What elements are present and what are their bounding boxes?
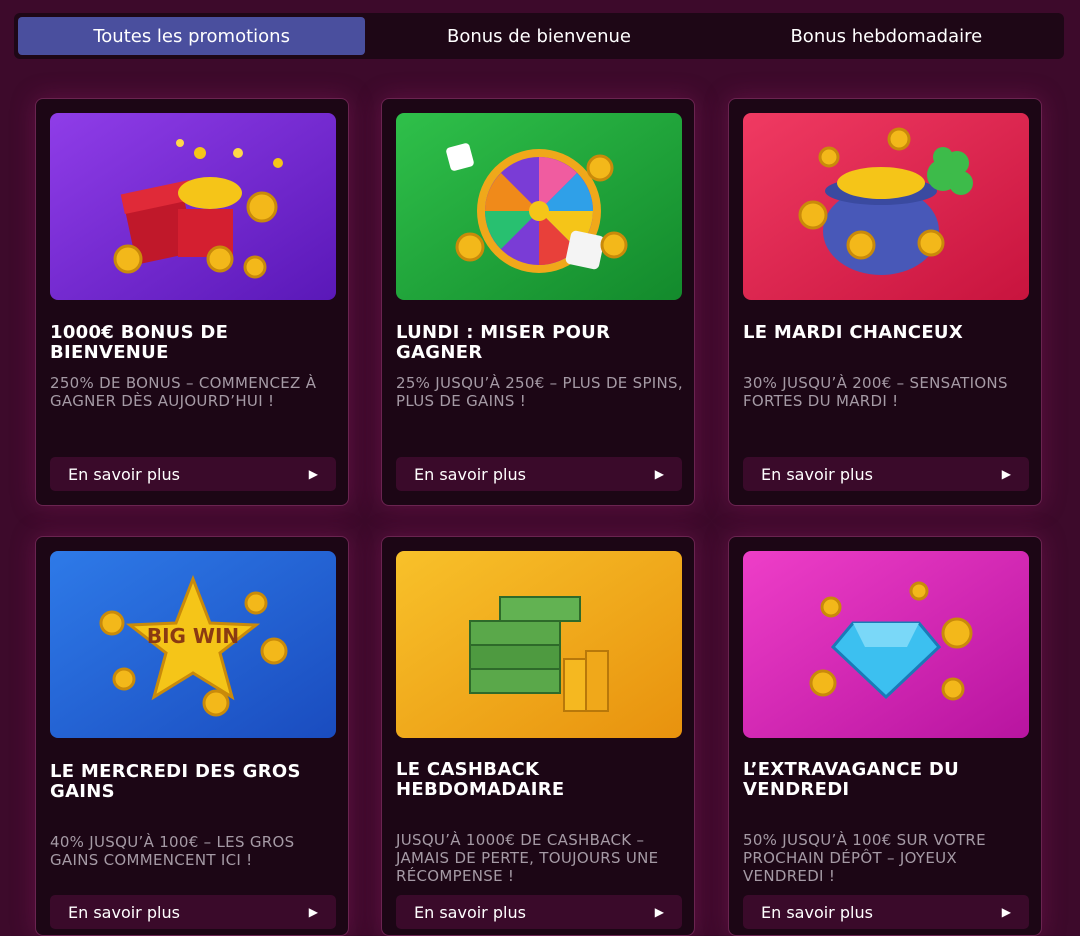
wheel-dice-image	[396, 113, 682, 300]
promo-description: 25% JUSQU’À 250€ – PLUS DE SPINS, PLUS D…	[396, 374, 683, 410]
promo-card-wednesday: BIG WIN LE MERCREDI DES GROS GAINS 40% J…	[35, 536, 349, 936]
play-arrow-icon: ▶	[654, 905, 664, 919]
learn-more-label: En savoir plus	[414, 902, 526, 922]
learn-more-button[interactable]: En savoir plus ▶	[50, 895, 336, 929]
gift-box-coins-image	[50, 113, 336, 300]
big-win-text: BIG WIN	[147, 624, 239, 648]
money-stacks-image	[396, 551, 682, 738]
diamond-coins-image	[743, 551, 1029, 738]
promo-title: L’EXTRAVAGANCE DU VENDREDI	[743, 759, 960, 800]
promo-title: LE MARDI CHANCEUX	[743, 322, 964, 343]
learn-more-button[interactable]: En savoir plus ▶	[396, 895, 682, 929]
promo-description: 30% JUSQU’À 200€ – SENSATIONS FORTES DU …	[743, 374, 1008, 410]
promo-card-tuesday: LE MARDI CHANCEUX 30% JUSQU’À 200€ – SEN…	[728, 98, 1042, 506]
promotion-tabs: Toutes les promotions Bonus de bienvenue…	[14, 13, 1064, 59]
play-arrow-icon: ▶	[654, 467, 664, 481]
tab-all-promotions[interactable]: Toutes les promotions	[18, 17, 366, 55]
promo-description: 250% DE BONUS – COMMENCEZ À GAGNER DÈS A…	[50, 374, 317, 410]
pot-of-gold-image	[743, 113, 1029, 300]
promo-card-cashback: LE CASHBACK HEBDOMADAIRE JUSQU’À 1000€ D…	[381, 536, 695, 936]
learn-more-label: En savoir plus	[761, 902, 873, 922]
play-arrow-icon: ▶	[1001, 905, 1011, 919]
promo-title: 1000€ BONUS DE BIENVENUE	[50, 322, 229, 363]
learn-more-label: En savoir plus	[68, 464, 180, 484]
promo-description: 50% JUSQU’À 100€ SUR VOTRE PROCHAIN DÉPÔ…	[743, 831, 986, 885]
play-arrow-icon: ▶	[1001, 467, 1011, 481]
promo-card-friday: L’EXTRAVAGANCE DU VENDREDI 50% JUSQU’À 1…	[728, 536, 1042, 936]
tab-welcome-bonus[interactable]: Bonus de bienvenue	[365, 17, 712, 55]
learn-more-button[interactable]: En savoir plus ▶	[50, 457, 336, 491]
play-arrow-icon: ▶	[308, 467, 318, 481]
learn-more-label: En savoir plus	[414, 464, 526, 484]
tab-weekly-bonus[interactable]: Bonus hebdomadaire	[713, 17, 1060, 55]
learn-more-button[interactable]: En savoir plus ▶	[396, 457, 682, 491]
learn-more-label: En savoir plus	[68, 902, 180, 922]
play-arrow-icon: ▶	[308, 905, 318, 919]
learn-more-button[interactable]: En savoir plus ▶	[743, 457, 1029, 491]
promo-card-welcome: 1000€ BONUS DE BIENVENUE 250% DE BONUS –…	[35, 98, 349, 506]
promo-card-monday: LUNDI : MISER POUR GAGNER 25% JUSQU’À 25…	[381, 98, 695, 506]
big-win-star-image: BIG WIN	[50, 551, 336, 738]
learn-more-button[interactable]: En savoir plus ▶	[743, 895, 1029, 929]
promo-description: JUSQU’À 1000€ DE CASHBACK – JAMAIS DE PE…	[396, 831, 659, 885]
promo-title: LE CASHBACK HEBDOMADAIRE	[396, 759, 565, 800]
promo-description: 40% JUSQU’À 100€ – LES GROS GAINS COMMEN…	[50, 833, 295, 869]
promo-title: LUNDI : MISER POUR GAGNER	[396, 322, 611, 363]
learn-more-label: En savoir plus	[761, 464, 873, 484]
promo-title: LE MERCREDI DES GROS GAINS	[50, 761, 301, 802]
